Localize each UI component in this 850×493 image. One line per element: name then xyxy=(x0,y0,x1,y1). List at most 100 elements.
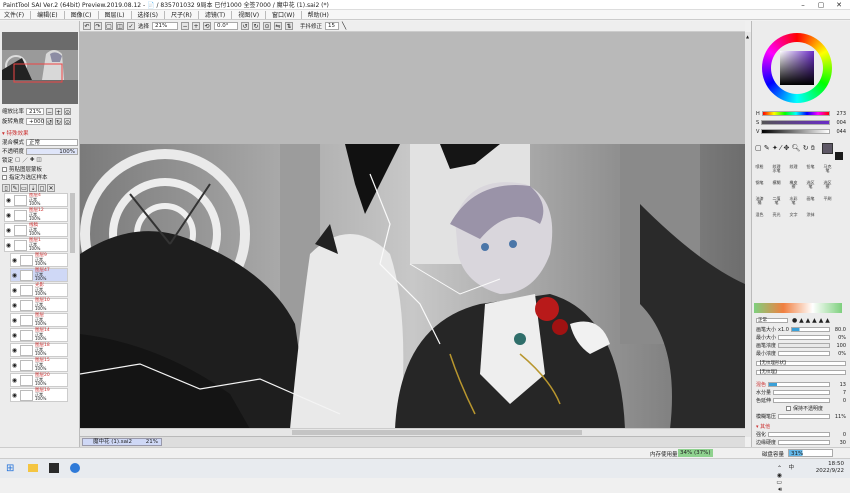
keep-value[interactable]: 0 xyxy=(832,398,846,404)
density-slider[interactable] xyxy=(778,343,830,348)
density-value[interactable]: 100 xyxy=(832,343,846,349)
menu-window[interactable]: 窗口(W) xyxy=(268,10,299,19)
visibility-eye-icon[interactable]: ◉ xyxy=(11,272,18,279)
layer-item[interactable]: ◉ 图层20 正常 100% xyxy=(10,373,68,387)
flip-icon[interactable]: ⇋ xyxy=(274,22,283,30)
color-wheel[interactable] xyxy=(762,33,832,103)
brush-blend-select[interactable]: 正常 xyxy=(756,318,788,323)
v-slider[interactable] xyxy=(761,129,830,134)
brush-tool[interactable]: 马克笔 xyxy=(822,165,833,176)
min-density-slider[interactable] xyxy=(778,351,830,356)
menu-ruler[interactable]: 尺子(R) xyxy=(167,10,196,19)
canvas-horizontal-scrollbar[interactable] xyxy=(80,428,745,436)
windows-start-icon[interactable]: ⊞ xyxy=(6,463,14,474)
edge-value[interactable]: 30 xyxy=(832,440,846,446)
brush-tool[interactable]: 涂抹 xyxy=(805,213,816,224)
hand-icon[interactable]: ✋︎ xyxy=(811,144,815,152)
quality-slider[interactable] xyxy=(768,432,830,437)
mix-slider[interactable] xyxy=(768,382,830,387)
min-size-slider[interactable] xyxy=(778,335,830,340)
visibility-eye-icon[interactable]: ◉ xyxy=(11,347,18,354)
zoom-tool-icon[interactable]: 🔍︎ xyxy=(792,144,801,152)
visibility-eye-icon[interactable]: ◉ xyxy=(11,287,18,294)
texture-select[interactable]: 【无纹理】 xyxy=(756,370,846,375)
close-icon[interactable]: ✕ xyxy=(830,0,848,10)
layer-item[interactable]: ◉ 图层9 正常 100% xyxy=(10,253,68,267)
layer-item[interactable]: ◉ 图层18 正常 100% xyxy=(10,343,68,357)
new-layer-icon[interactable]: ▯ xyxy=(2,184,10,192)
effects-section[interactable]: ▾ 特殊效果 xyxy=(2,129,78,137)
navigator-preview[interactable] xyxy=(2,32,78,104)
brush-tool[interactable]: 水彩笔 xyxy=(788,197,799,208)
visibility-eye-icon[interactable]: ◉ xyxy=(5,197,12,204)
brush-tool[interactable]: 画笔 xyxy=(805,197,816,208)
app-icon-1[interactable] xyxy=(49,463,59,473)
visibility-eye-icon[interactable]: ◉ xyxy=(11,332,18,339)
quality-value[interactable]: 0 xyxy=(832,432,846,438)
brush-tool[interactable]: 选区笔 xyxy=(805,181,816,192)
brush-tool[interactable]: 纹理 xyxy=(788,165,799,176)
visibility-eye-icon[interactable]: ◉ xyxy=(11,257,18,264)
lock-alpha-icon[interactable]: ✚ xyxy=(30,157,35,163)
rotate-left-icon[interactable]: ↺ xyxy=(241,22,250,30)
keep-opacity-checkbox[interactable] xyxy=(786,406,791,411)
s-value[interactable]: 004 xyxy=(832,120,846,126)
merge-icon[interactable]: ⇣ xyxy=(29,184,37,192)
brush-tool[interactable]: 平刷 xyxy=(822,197,833,208)
blur-slider[interactable] xyxy=(778,414,830,419)
menu-help[interactable]: 帮助(H) xyxy=(304,10,333,19)
blend-mode-select[interactable]: 正常 xyxy=(26,138,78,146)
brush-tool[interactable]: 油漆桶 xyxy=(754,197,765,208)
visibility-eye-icon[interactable]: ◉ xyxy=(11,317,18,324)
edge-slider[interactable] xyxy=(778,440,830,445)
brush-tool[interactable]: 二值笔 xyxy=(771,197,782,208)
zoom-out-icon[interactable]: − xyxy=(181,22,190,30)
lasso-icon[interactable]: ✎ xyxy=(764,144,770,152)
lock-icon[interactable]: ▢ xyxy=(15,157,20,163)
brush-tool[interactable]: 亮光 xyxy=(771,213,782,224)
layer-item[interactable]: ◉ 图层1 正常 100% xyxy=(4,238,68,252)
invert-select-icon[interactable]: ◫ xyxy=(116,22,124,30)
maximize-icon[interactable]: ▢ xyxy=(812,0,830,10)
visibility-eye-icon[interactable]: ◉ xyxy=(11,302,18,309)
layer-item[interactable]: ◉ 图层 正常 100% xyxy=(10,313,68,327)
document-tab[interactable]: 魔中花 (1).sai2 21% xyxy=(82,438,162,446)
sai-app-icon[interactable] xyxy=(70,463,80,473)
layer-item[interactable]: ◉ 光影 正常 100% xyxy=(10,283,68,297)
move-icon[interactable]: ✥ xyxy=(783,144,789,152)
brush-tool[interactable]: 钢笔 xyxy=(754,181,765,192)
clear-icon[interactable]: ◻ xyxy=(38,184,46,192)
brush-tool[interactable]: 橡皮擦 xyxy=(788,181,799,192)
h-value[interactable]: 273 xyxy=(832,111,846,117)
s-slider[interactable] xyxy=(761,120,830,125)
h-slider[interactable] xyxy=(761,111,830,116)
menu-filter[interactable]: 滤镜(T) xyxy=(201,10,229,19)
horizontal-scroll-thumb[interactable] xyxy=(292,430,582,435)
other-section[interactable]: ▾ 其他 xyxy=(756,423,846,430)
rect-select-icon[interactable]: ▢ xyxy=(755,144,762,152)
color-square[interactable] xyxy=(780,51,814,85)
rotate-tool-icon[interactable]: ↻ xyxy=(803,144,809,152)
min-density-value[interactable]: 0% xyxy=(832,351,846,357)
select-checkbox-icon[interactable]: ✓ xyxy=(127,22,135,30)
layer-list-scrollbar[interactable] xyxy=(70,193,75,253)
current-color-swatch[interactable] xyxy=(822,143,833,154)
lock-paint-icon[interactable]: ◫ xyxy=(36,157,41,163)
visibility-eye-icon[interactable]: ◉ xyxy=(11,392,18,399)
nav-angle-input[interactable]: +000 xyxy=(26,117,44,125)
system-tray[interactable]: ⌃ ◉ ▭ 🔊︎ 中 18:50 2022/9/22 xyxy=(776,461,844,493)
eyedropper-icon[interactable]: ⁄ xyxy=(780,144,781,152)
nav-zoom-out-icon[interactable]: − xyxy=(46,107,54,116)
line-tool-icon[interactable]: ╲ xyxy=(342,22,346,30)
layer-item[interactable]: ◉ 图层15 正常 100% xyxy=(10,358,68,372)
zoom-reset-icon[interactable]: ⟲ xyxy=(203,22,212,30)
canvas-area[interactable] xyxy=(80,32,745,437)
nav-rot-reset-icon[interactable]: ⊙ xyxy=(64,117,72,126)
brush-size-value[interactable]: 80.0 xyxy=(832,327,846,333)
min-size-value[interactable]: 0% xyxy=(832,335,846,341)
visibility-eye-icon[interactable]: ◉ xyxy=(5,227,12,234)
brush-tool[interactable]: 喷枪 xyxy=(754,165,765,176)
rotation-input[interactable]: 0.0° xyxy=(214,22,239,30)
visibility-eye-icon[interactable]: ◉ xyxy=(5,212,12,219)
nav-zoom-reset-icon[interactable]: ⊙ xyxy=(64,107,72,116)
